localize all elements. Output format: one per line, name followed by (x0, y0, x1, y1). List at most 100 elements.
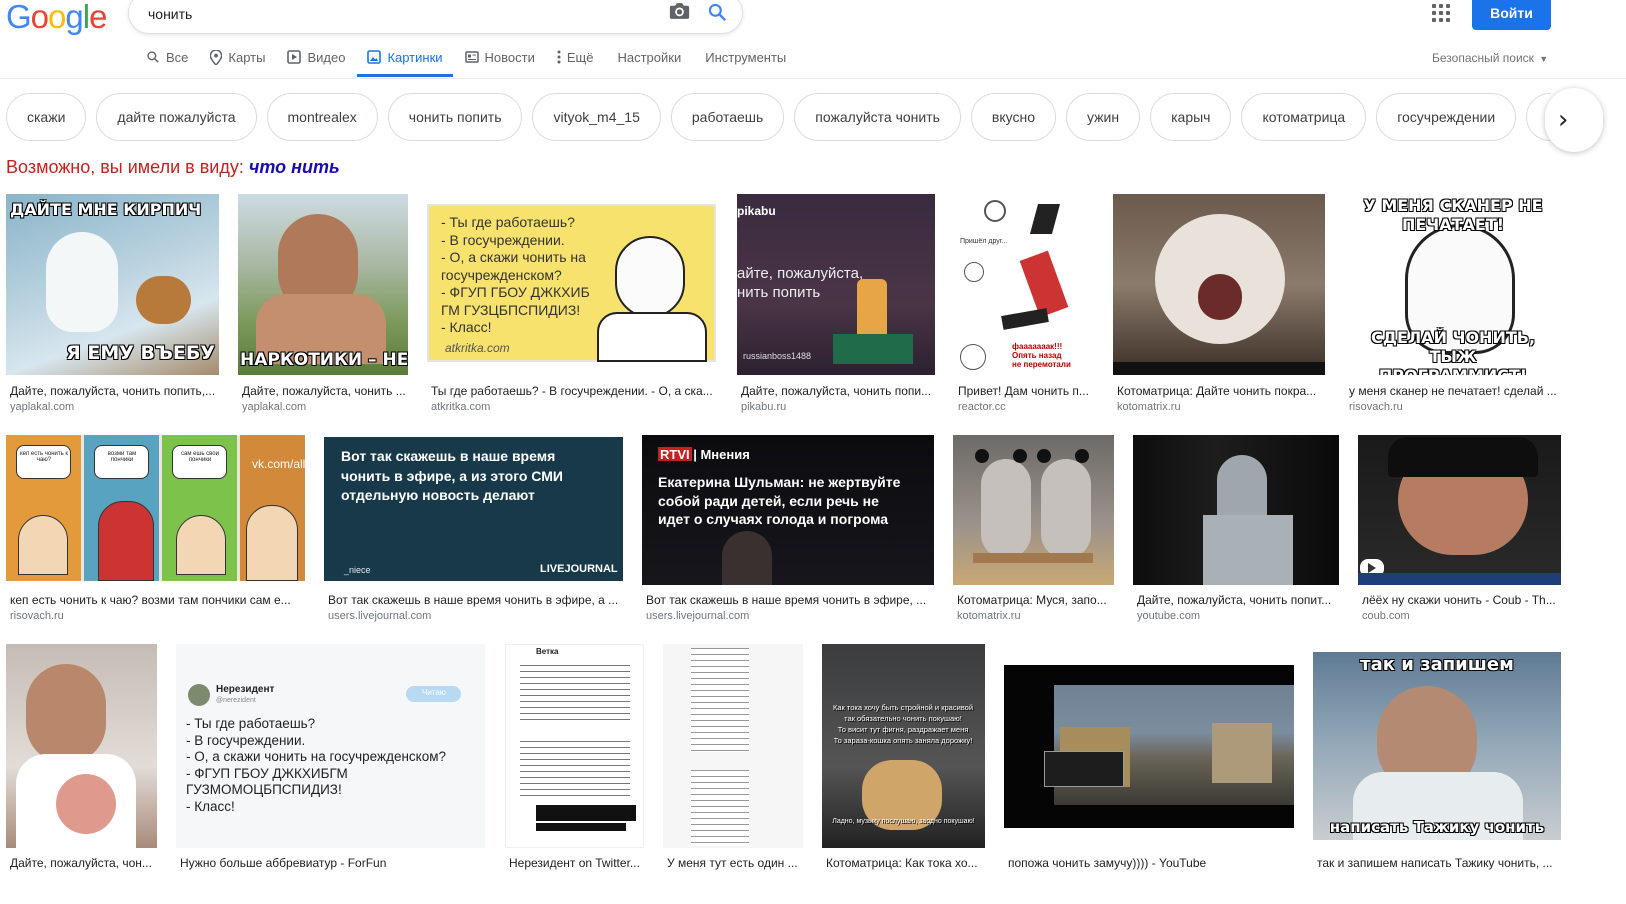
camera-icon[interactable] (669, 2, 690, 20)
settings-link[interactable]: Настройки (617, 46, 681, 68)
card-footer: Ладно, музыку послушаю, заодно покушаю! (832, 818, 975, 825)
result-thumbnail: RTVI | Мнения Екатерина Шульман: не жерт… (642, 435, 934, 585)
chip[interactable]: вкусно (970, 93, 1057, 141)
search-icon[interactable] (707, 2, 727, 22)
chip[interactable]: работаешь (670, 93, 785, 141)
apps-grid-icon[interactable] (1432, 4, 1450, 22)
result-caption: Ты где работаешь? - В госучреждении. - О… (431, 384, 713, 398)
sign-in-button[interactable]: Войти (1472, 0, 1551, 30)
result-thumbnail: кеп есть чонить к чаю? возми там пончики… (6, 435, 305, 581)
card-handle: @nerezident (216, 697, 256, 704)
result-source: users.livejournal.com (646, 610, 750, 622)
tab-label: Карты (228, 49, 266, 65)
chip[interactable]: vityok_m4_15 (532, 93, 661, 141)
result-caption: так и запишем написать Тажику чонить, ..… (1317, 856, 1553, 870)
result-thumbnail (953, 435, 1114, 585)
result-thumbnail: Ветка (505, 644, 644, 848)
tab-label: Видео (307, 49, 346, 65)
tab-all[interactable]: Все (146, 46, 188, 68)
card-header: Ветка (536, 647, 559, 656)
chip[interactable]: госучреждении (1376, 93, 1517, 141)
chip[interactable]: дайте пожалуйста (96, 93, 257, 141)
card-footer: russianboss1488 (743, 351, 812, 361)
result-caption: попожа чонить замучу)))) - YouTube (1008, 856, 1207, 870)
chip[interactable]: котоматрица (1241, 93, 1367, 141)
image-result[interactable]: - Ты где работаешь? - В госучреждении. -… (427, 194, 718, 416)
result-caption: Котоматрица: Как тока хо... (826, 856, 978, 870)
image-result[interactable]: pikabu айте, пожалуйста, нить попить rus… (737, 194, 935, 416)
result-thumbnail (6, 644, 157, 848)
card-text: Пришёл друг... (960, 238, 1008, 245)
did-you-mean-suggestion[interactable]: что нить (249, 157, 340, 177)
tab-more[interactable]: Ещё (557, 46, 593, 68)
image-result[interactable]: попожа чонить замучу)))) - YouTube (1004, 665, 1294, 874)
result-caption: Нужно больше аббревиатур - ForFun (180, 856, 387, 870)
image-result[interactable]: У МЕНЯ СКАНЕР НЕ ПЕЧАТАЕТ! СДЕЛАЙ ЧОНИТЬ… (1345, 194, 1561, 416)
result-thumbnail (663, 644, 803, 848)
result-thumbnail: так и запишем написать Тажику чонить (1313, 652, 1561, 840)
result-source: users.livejournal.com (328, 610, 432, 622)
more-vert-icon (557, 50, 561, 64)
result-caption: Вот так скажешь в наше время чонить в эф… (646, 593, 927, 607)
did-you-mean: Возможно, вы имели в виду: что нить (6, 157, 340, 178)
image-result[interactable]: ДАЙТЕ МНЕ КИРПИЧ Я ЕМУ ВЪЕБУ Дайте, пожа… (6, 194, 219, 416)
logo-letter: g (65, 0, 83, 35)
image-result[interactable]: Нерезидент @nerezident Читаю - Ты где ра… (176, 644, 485, 874)
card-text: - Ты где работаешь? - В госучреждении. -… (186, 716, 447, 814)
did-you-mean-prefix: Возможно, вы имели в виду: (6, 157, 244, 177)
tools-link[interactable]: Инструменты (705, 46, 786, 68)
card-text: Екатерина Шульман: не жертвуйте собой ра… (658, 474, 901, 527)
tab-video[interactable]: Видео (287, 46, 345, 68)
result-caption: Дайте, пожалуйста, чонить попить,... (10, 384, 216, 398)
tab-images[interactable]: Картинки (357, 46, 453, 77)
chip[interactable]: чонить попить (387, 93, 523, 141)
related-searches: скажи дайте пожалуйста montrealex чонить… (6, 93, 1551, 141)
image-result[interactable]: Котоматрица: Дайте чонить покра... kotom… (1113, 194, 1325, 416)
chip[interactable]: ужин (1066, 93, 1141, 141)
tab-label: Картинки (387, 49, 443, 65)
tab-news[interactable]: Новости (464, 46, 535, 68)
image-result[interactable]: кеп есть чонить к чаю? возми там пончики… (6, 435, 305, 625)
card-header: RTVI | Мнения (660, 447, 750, 462)
search-input[interactable]: чонить (148, 6, 192, 22)
video-icon (287, 50, 302, 64)
result-thumbnail: Вот так скажешь в наше время чонить в эф… (324, 437, 623, 581)
result-caption: Котоматрица: Дайте чонить покра... (1117, 384, 1317, 398)
result-thumbnail: Нерезидент @nerezident Читаю - Ты где ра… (176, 644, 485, 848)
image-icon (367, 50, 382, 64)
image-result[interactable]: Как тока хочу быть стройной и красивой т… (822, 644, 985, 874)
image-result[interactable]: лёёх ну скажи чонить - Coub - Th... coub… (1358, 435, 1561, 625)
meme-top-text: ДАЙТЕ МНЕ КИРПИЧ (10, 200, 202, 219)
image-result[interactable]: Котоматрица: Муся, запо... kotomatrix.ru (953, 435, 1114, 625)
image-result[interactable]: Вот так скажешь в наше время чонить в эф… (324, 437, 623, 625)
chip[interactable]: montrealex (266, 93, 378, 141)
image-result[interactable]: НАРКОТИКИ – НЕ МОЯ Т Дайте, пожалуйста, … (238, 194, 408, 416)
image-result[interactable]: RTVI | Мнения Екатерина Шульман: не жерт… (642, 435, 934, 625)
image-result[interactable]: Дайте, пожалуйста, чонить попит... youtu… (1133, 435, 1339, 625)
result-thumbnail: ДАЙТЕ МНЕ КИРПИЧ Я ЕМУ ВЪЕБУ (6, 194, 219, 375)
result-caption: Нерезидент on Twitter... (509, 856, 640, 870)
chip[interactable]: пожалуйста чонить (794, 93, 961, 141)
card-header: Нерезидент (216, 684, 275, 695)
result-caption: У меня тут есть один ... (667, 856, 798, 870)
logo-letter: e (89, 0, 107, 35)
image-result[interactable]: так и запишем написать Тажику чонить так… (1313, 652, 1561, 874)
image-result[interactable]: Ветка Нерезидент on Twitter... (505, 644, 644, 874)
chip[interactable]: скажи (6, 93, 87, 141)
meme-bottom-text: Я ЕМУ ВЪЕБУ (66, 342, 215, 364)
safe-search-toggle[interactable]: Безопасный поиск ▼ (1432, 51, 1548, 65)
image-result[interactable]: У меня тут есть один ... (663, 644, 803, 874)
google-logo[interactable]: Google (6, 0, 107, 36)
image-result[interactable]: Дайте, пожалуйста, чон... (6, 644, 157, 874)
card-text: Вот так скажешь в наше время чонить в эф… (341, 448, 563, 503)
result-source: risovach.ru (1349, 401, 1403, 413)
panel-text: возми там пончики (107, 451, 137, 463)
result-caption: Дайте, пожалуйста, чонить попи... (741, 384, 932, 398)
dropdown-arrow-icon: ▼ (1539, 54, 1549, 64)
search-box[interactable]: чонить (128, 0, 743, 34)
image-result[interactable]: Пришёл друг... фааааааак!!! Опять назад … (954, 194, 1094, 416)
chip[interactable]: карыч (1150, 93, 1232, 141)
panel-text: кеп есть чонить к чаю? (19, 451, 69, 463)
chips-next-button[interactable]: › (1545, 88, 1603, 152)
tab-maps[interactable]: Карты (210, 46, 265, 68)
